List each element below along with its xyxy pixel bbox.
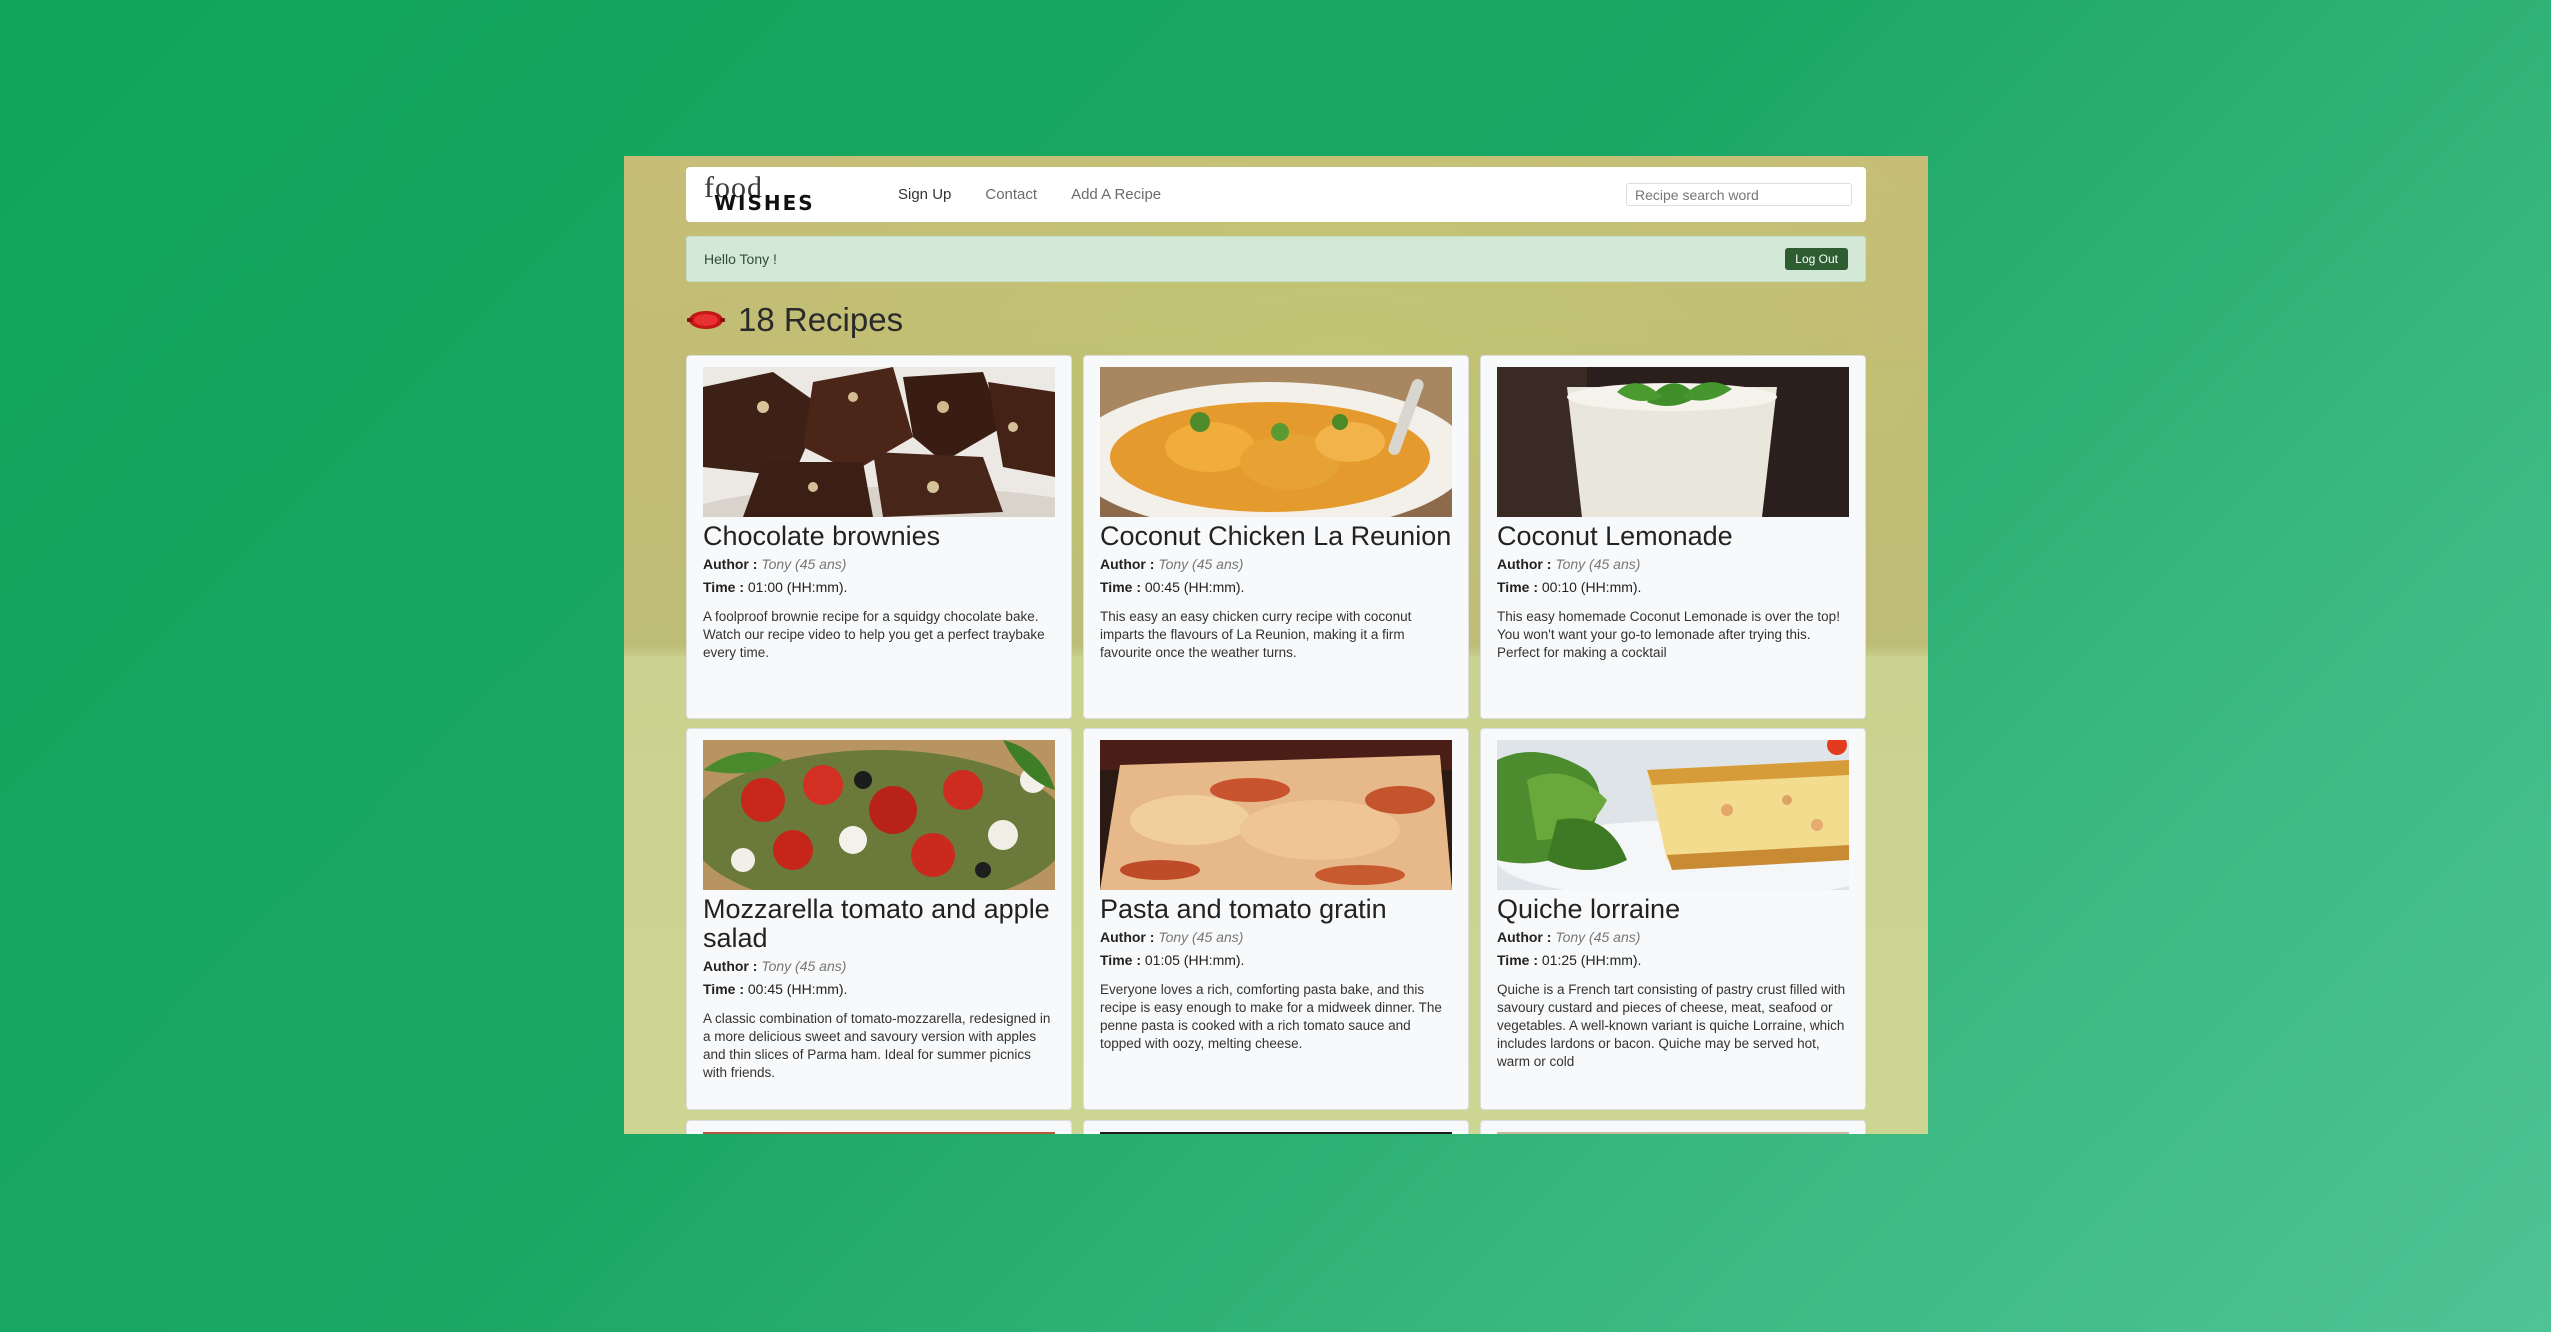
author-label: Author : [1497, 556, 1552, 572]
author-value: Tony (45 ans) [1158, 929, 1244, 945]
time-value: 01:00 (HH:mm). [747, 579, 848, 595]
time-value: 00:10 (HH:mm). [1541, 579, 1642, 595]
recipe-description: Quiche is a French tart consisting of pa… [1497, 982, 1846, 1069]
recipe-author: Author : Tony (45 ans) [1100, 555, 1452, 574]
recipe-image-quiche-lorraine[interactable] [1497, 740, 1849, 890]
recipe-title[interactable]: Coconut Chicken La Reunion [1100, 522, 1452, 551]
author-label: Author : [703, 958, 758, 974]
recipe-author: Author : Tony (45 ans) [1100, 928, 1452, 947]
author-label: Author : [1497, 929, 1552, 945]
author-value: Tony (45 ans) [761, 556, 847, 572]
greeting-text: Hello Tony ! [704, 251, 777, 267]
recipe-card[interactable] [686, 1120, 1072, 1134]
recipe-card-body: Quiche lorraine Author : Tony (45 ans) T… [1497, 895, 1849, 1071]
recipe-author: Author : Tony (45 ans) [1497, 928, 1849, 947]
recipe-count: 18 Recipes [738, 301, 904, 338]
dish-icon [687, 311, 725, 329]
author-label: Author : [1100, 929, 1155, 945]
recipe-time: Time : 00:10 (HH:mm). [1497, 578, 1849, 597]
time-label: Time : [1100, 579, 1141, 595]
recipes-heading: 18 Recipes [686, 294, 903, 346]
recipe-card-body: Chocolate brownies Author : Tony (45 ans… [703, 522, 1055, 662]
recipe-image-mozzarella-salad[interactable] [703, 740, 1055, 890]
nav-add-recipe[interactable]: Add A Recipe [1071, 186, 1161, 203]
nav-contact[interactable]: Contact [985, 186, 1037, 203]
recipe-time: Time : 00:45 (HH:mm). [703, 980, 1055, 999]
recipe-title[interactable]: Coconut Lemonade [1497, 522, 1849, 551]
recipe-image-pasta-gratin[interactable] [1100, 740, 1452, 890]
recipe-card[interactable] [1480, 1120, 1866, 1134]
recipe-image-brownies[interactable] [703, 367, 1055, 517]
recipe-card[interactable]: Quiche lorraine Author : Tony (45 ans) T… [1480, 728, 1866, 1110]
author-value: Tony (45 ans) [761, 958, 847, 974]
author-value: Tony (45 ans) [1158, 556, 1244, 572]
recipe-description: Everyone loves a rich, comforting pasta … [1100, 982, 1442, 1051]
recipe-author: Author : Tony (45 ans) [1497, 555, 1849, 574]
author-label: Author : [703, 556, 758, 572]
recipe-card-body: Coconut Chicken La Reunion Author : Tony… [1100, 522, 1452, 662]
brand-logo[interactable]: food WISHES [704, 171, 854, 215]
recipe-time: Time : 01:05 (HH:mm). [1100, 951, 1452, 970]
recipe-time: Time : 01:00 (HH:mm). [703, 578, 1055, 597]
time-label: Time : [703, 981, 744, 997]
time-label: Time : [1497, 579, 1538, 595]
nav-sign-up[interactable]: Sign Up [898, 186, 951, 203]
recipe-search-input[interactable] [1626, 183, 1852, 206]
recipe-author: Author : Tony (45 ans) [703, 555, 1055, 574]
author-value: Tony (45 ans) [1555, 556, 1641, 572]
recipe-image-coconut-chicken[interactable] [1100, 367, 1452, 517]
time-label: Time : [703, 579, 744, 595]
recipe-title[interactable]: Mozzarella tomato and apple salad [703, 895, 1055, 953]
recipe-image[interactable] [1100, 1132, 1452, 1134]
recipe-description: A classic combination of tomato-mozzarel… [703, 1011, 1051, 1080]
time-label: Time : [1100, 952, 1141, 968]
welcome-alert: Hello Tony ! Log Out [686, 236, 1866, 282]
recipe-card-body: Mozzarella tomato and apple salad Author… [703, 895, 1055, 1082]
recipe-title[interactable]: Quiche lorraine [1497, 895, 1849, 924]
recipe-card[interactable]: Pasta and tomato gratin Author : Tony (4… [1083, 728, 1469, 1110]
recipe-card[interactable]: Coconut Chicken La Reunion Author : Tony… [1083, 355, 1469, 719]
recipe-card-body: Coconut Lemonade Author : Tony (45 ans) … [1497, 522, 1849, 662]
author-value: Tony (45 ans) [1555, 929, 1641, 945]
time-label: Time : [1497, 952, 1538, 968]
recipe-time: Time : 01:25 (HH:mm). [1497, 951, 1849, 970]
recipe-image[interactable] [703, 1132, 1055, 1134]
recipe-card[interactable]: Coconut Lemonade Author : Tony (45 ans) … [1480, 355, 1866, 719]
nav-links: Sign Up Contact Add A Recipe [898, 167, 1161, 222]
recipe-description: This easy homemade Coconut Lemonade is o… [1497, 609, 1840, 660]
brand-line-2: WISHES [714, 191, 815, 215]
time-value: 00:45 (HH:mm). [747, 981, 848, 997]
recipe-author: Author : Tony (45 ans) [703, 957, 1055, 976]
logout-button[interactable]: Log Out [1785, 248, 1848, 270]
time-value: 01:05 (HH:mm). [1144, 952, 1245, 968]
time-value: 01:25 (HH:mm). [1541, 952, 1642, 968]
recipe-card-body: Pasta and tomato gratin Author : Tony (4… [1100, 895, 1452, 1053]
time-value: 00:45 (HH:mm). [1144, 579, 1245, 595]
recipe-card[interactable] [1083, 1120, 1469, 1134]
recipe-title[interactable]: Chocolate brownies [703, 522, 1055, 551]
recipe-description: This easy an easy chicken curry recipe w… [1100, 609, 1412, 660]
recipe-card[interactable]: Chocolate brownies Author : Tony (45 ans… [686, 355, 1072, 719]
recipe-card[interactable]: Mozzarella tomato and apple salad Author… [686, 728, 1072, 1110]
navbar: food WISHES Sign Up Contact Add A Recipe [686, 167, 1866, 222]
author-label: Author : [1100, 556, 1155, 572]
browser-viewport: food WISHES Sign Up Contact Add A Recipe… [624, 156, 1928, 1134]
recipe-description: A foolproof brownie recipe for a squidgy… [703, 609, 1045, 660]
recipe-title[interactable]: Pasta and tomato gratin [1100, 895, 1452, 924]
recipe-time: Time : 00:45 (HH:mm). [1100, 578, 1452, 597]
recipe-image-coconut-lemonade[interactable] [1497, 367, 1849, 517]
recipe-image[interactable] [1497, 1132, 1849, 1134]
